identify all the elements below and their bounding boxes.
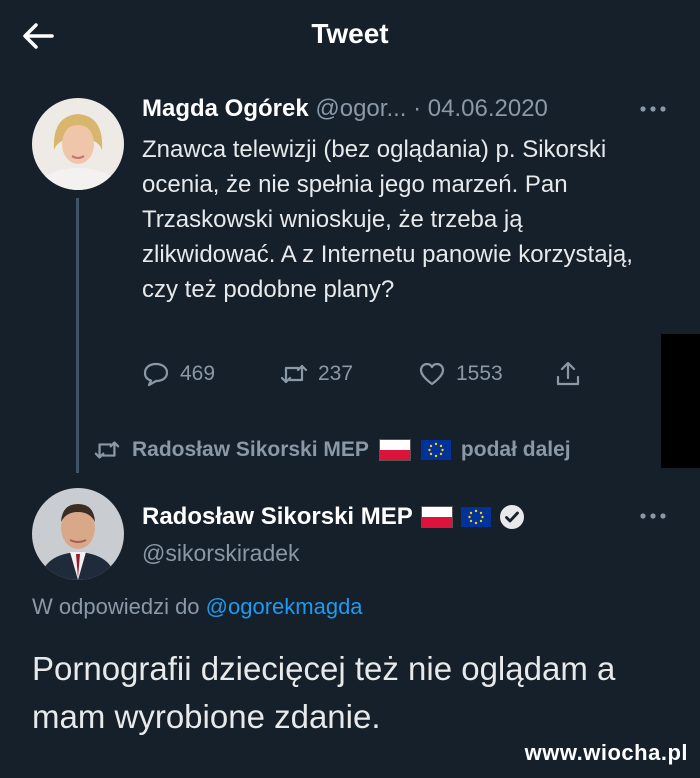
poland-flag-icon [378,439,411,461]
tweet2-header: Radosław Sikorski MEP [142,503,525,531]
avatar-photo [32,488,124,580]
eu-flag-icon [460,507,491,527]
retweet-icon [280,364,308,384]
poland-flag-icon [420,506,453,528]
tweet-actions: 469 237 1553 [142,360,602,392]
tweet-text: Znawca telewizji (bez oglądania) p. Siko… [142,136,633,303]
retweet-icon [94,441,120,459]
retweeter-name[interactable]: Radosław Sikorski MEP [132,438,369,462]
thread-line [76,198,79,473]
like-button[interactable]: 1553 [418,360,503,388]
retweet-notice: Radosław Sikorski MEP podał dalej [92,437,571,463]
verified-badge-icon [499,505,524,529]
reply-prefix: W odpowiedzi do [32,594,200,619]
heart-icon [419,362,445,386]
avatar-photo [32,98,124,190]
page-title: Tweet [311,18,389,49]
share-button[interactable] [554,360,582,388]
author-name[interactable]: Magda Ogórek [142,95,309,122]
avatar-radoslaw-sikorski[interactable] [32,488,124,580]
avatar-magda-ogorek[interactable] [32,98,124,190]
tweet-text: Pornografii dziecięcej też nie oglądam a… [32,650,616,735]
tweet1-header: Magda Ogórek @ogor... · 04.06.2020 [142,95,548,123]
share-icon [556,361,580,386]
like-count: 1553 [456,362,503,385]
retweet-suffix: podał dalej [460,438,571,461]
reply-icon [143,362,169,387]
side-block [661,334,700,468]
reply-context: W odpowiedzi do @ogorekmagda [32,594,363,620]
more-options-icon[interactable] [638,104,668,114]
watermark: www.wiocha.pl [524,740,688,765]
author-name[interactable]: Radosław Sikorski MEP [142,503,413,531]
header: Tweet [0,0,700,70]
author-handle[interactable]: @ogor... [315,95,406,122]
eu-flag-icon [420,440,451,460]
reply-handle-link[interactable]: @ogorekmagda [206,594,363,619]
more-options-icon[interactable] [638,511,668,521]
retweet-button[interactable]: 237 [280,360,353,388]
tweet-date[interactable]: · 04.06.2020 [413,95,548,122]
reply-count: 469 [180,362,216,385]
author-handle[interactable]: @sikorskiradek [142,540,300,567]
reply-button[interactable]: 469 [142,360,215,388]
retweet-count: 237 [318,362,354,385]
